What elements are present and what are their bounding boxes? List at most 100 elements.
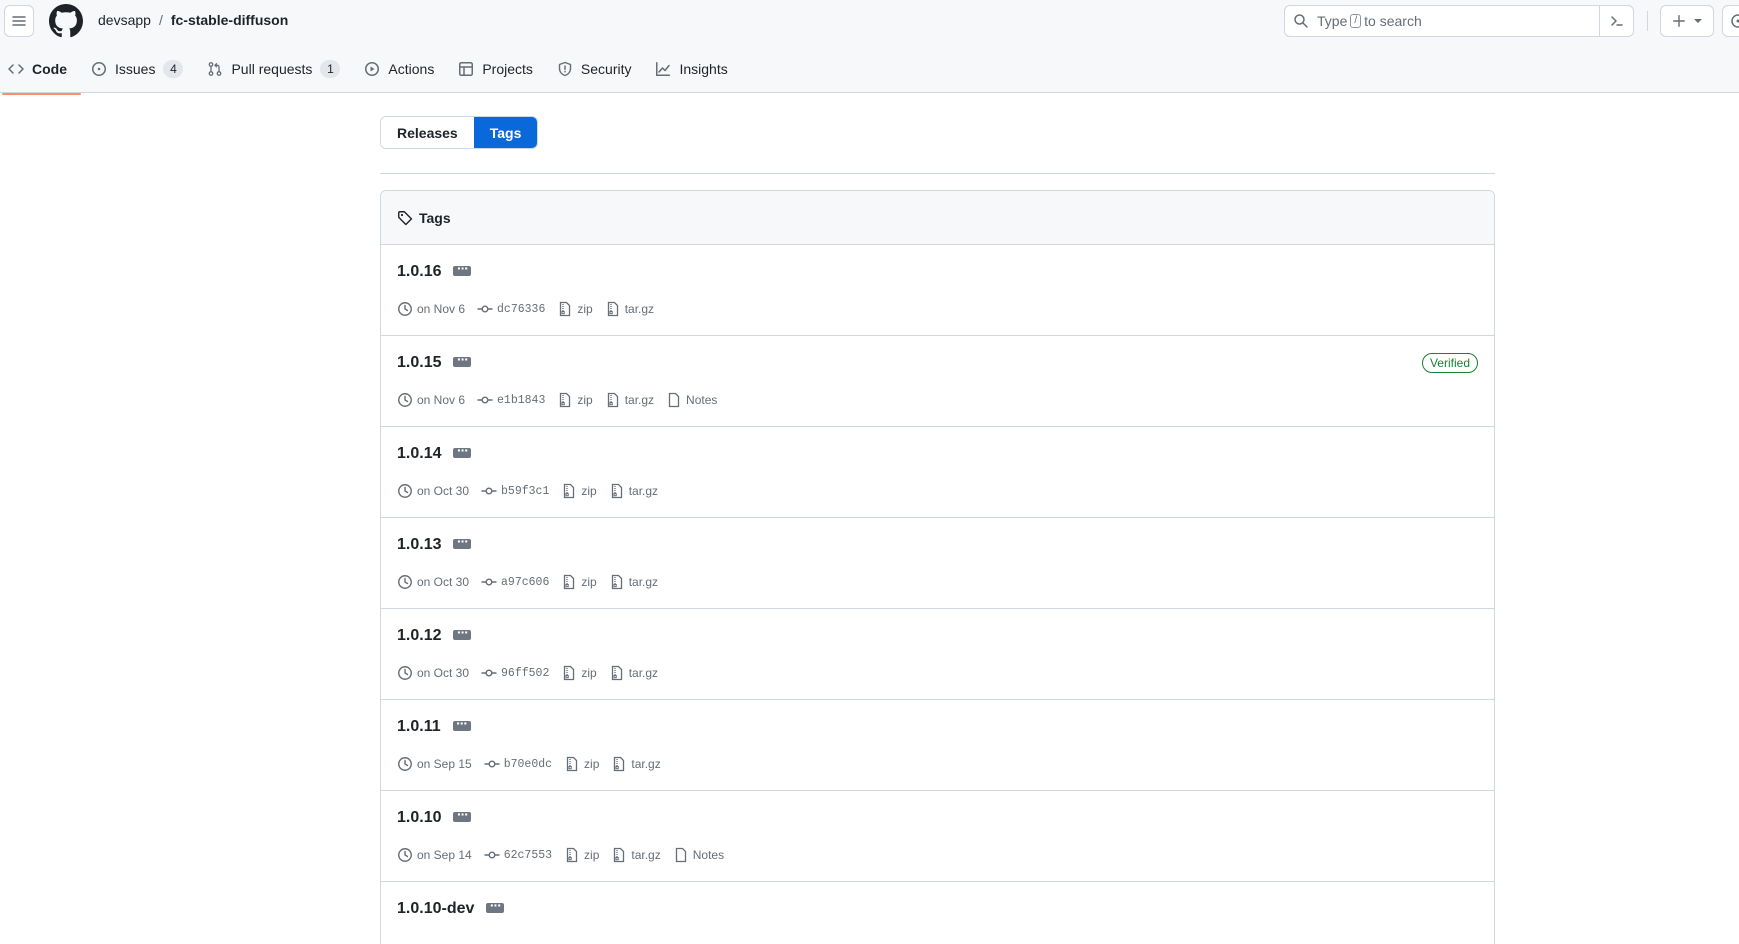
targz-download-link[interactable]: tar.gz	[629, 575, 658, 589]
tab-label: Insights	[679, 61, 728, 77]
circle-dot-icon	[1731, 14, 1739, 28]
commit-sha-link[interactable]: a97c606	[501, 576, 549, 589]
tab-code[interactable]: Code	[0, 52, 81, 95]
ellipsis-expand-button[interactable]	[453, 351, 472, 367]
file-zip-icon	[564, 665, 575, 681]
releases-toggle-button[interactable]: Releases	[381, 117, 474, 148]
ellipsis-expand-button[interactable]	[453, 442, 472, 458]
tab-projects[interactable]: Projects	[450, 52, 541, 86]
commit-icon	[477, 305, 493, 313]
ellipsis-expand-button[interactable]	[486, 897, 505, 913]
targz-download-link[interactable]: tar.gz	[629, 666, 658, 680]
command-palette-button[interactable]	[1599, 6, 1633, 36]
ellipsis-expand-button[interactable]	[453, 624, 472, 640]
tag-link[interactable]: 1.0.16	[397, 263, 441, 280]
ellipsis-expand-button[interactable]	[453, 260, 472, 276]
commit-sha-link[interactable]: 96ff502	[501, 667, 549, 680]
tag-link[interactable]: 1.0.10	[397, 809, 441, 826]
zip-download-link[interactable]: zip	[577, 302, 592, 316]
search-icon	[1294, 14, 1308, 28]
commit-icon	[481, 669, 497, 677]
releases-tags-switch: Releases Tags	[380, 116, 539, 149]
tag-link[interactable]: 1.0.10-dev	[397, 900, 474, 917]
tags-list-title: Tags	[419, 209, 451, 226]
zip-download-link[interactable]: zip	[584, 757, 599, 771]
code-icon	[8, 64, 24, 74]
ellipsis-expand-button[interactable]	[453, 806, 472, 822]
verified-badge[interactable]: Verified	[1421, 353, 1478, 373]
zip-download-link[interactable]: zip	[581, 484, 596, 498]
tab-security[interactable]: Security	[549, 52, 640, 86]
tag-row: 1.0.11 on Sep 15 b70e0dc zip tar.gz	[381, 700, 1494, 791]
menu-button[interactable]	[4, 5, 34, 37]
tag-link[interactable]: 1.0.14	[397, 445, 441, 462]
tag-link[interactable]: 1.0.12	[397, 627, 441, 644]
tag-meta: on Sep 15 b70e0dc zip tar.gz	[397, 756, 667, 772]
search-input[interactable]: Type / to search	[1284, 5, 1634, 37]
tags-toggle-button[interactable]: Tags	[473, 117, 538, 148]
targz-download-link[interactable]: tar.gz	[629, 484, 658, 498]
release-notes-link[interactable]: Notes	[693, 848, 724, 862]
tag-date: on Sep 15	[417, 757, 472, 771]
zip-download-link[interactable]: zip	[584, 848, 599, 862]
targz-download-link[interactable]: tar.gz	[625, 393, 654, 407]
tag-row: 1.0.16 on Nov 6 dc76336 zip tar.gz	[381, 245, 1494, 336]
tag-date: on Oct 30	[417, 666, 470, 680]
targz-download-link[interactable]: tar.gz	[631, 848, 660, 862]
header-divider	[1647, 11, 1648, 31]
targz-download-link[interactable]: tar.gz	[631, 757, 660, 771]
commit-sha-link[interactable]: b59f3c1	[501, 485, 549, 498]
section-divider	[380, 173, 1495, 174]
github-logo-icon[interactable]	[49, 4, 83, 38]
file-zip-icon	[566, 847, 578, 863]
tag-link[interactable]: 1.0.13	[397, 536, 441, 553]
zip-download-link[interactable]: zip	[581, 666, 596, 680]
zip-download-link[interactable]: zip	[581, 575, 596, 589]
tab-label: Actions	[388, 61, 435, 77]
play-icon	[365, 62, 380, 76]
zip-download-link[interactable]: zip	[577, 393, 592, 407]
terminal-icon	[1610, 16, 1623, 26]
commit-sha-link[interactable]: b70e0dc	[504, 758, 552, 771]
tab-issues[interactable]: Issues 4	[83, 52, 191, 86]
commit-icon	[484, 760, 500, 768]
tab-label: Security	[580, 61, 632, 77]
clock-icon	[398, 393, 412, 407]
release-notes-link[interactable]: Notes	[686, 393, 717, 407]
ellipsis-expand-button[interactable]	[452, 715, 471, 731]
commit-sha-link[interactable]: 62c7553	[504, 849, 552, 862]
owner-link[interactable]: devsapp	[98, 12, 151, 28]
clock-icon	[398, 575, 412, 589]
tab-label: Pull requests	[231, 61, 313, 77]
breadcrumb-separator: /	[158, 12, 163, 28]
triangle-down-icon	[1694, 19, 1702, 23]
tag-link[interactable]: 1.0.11	[397, 718, 441, 735]
issues-count-badge: 4	[163, 60, 184, 78]
file-zip-icon	[564, 574, 575, 590]
tab-label: Issues	[115, 61, 156, 77]
create-new-button[interactable]	[1660, 5, 1714, 37]
commit-sha-link[interactable]: e1b1843	[497, 394, 545, 407]
file-zip-icon	[607, 301, 618, 317]
tag-row: 1.0.14 on Oct 30 b59f3c1 zip tar.gz	[381, 427, 1494, 518]
search-placeholder-prefix: Type	[1317, 13, 1348, 29]
commit-icon	[481, 487, 497, 495]
tag-link[interactable]: 1.0.15	[397, 354, 441, 371]
tab-pull-requests[interactable]: Pull requests 1	[199, 52, 348, 86]
targz-download-link[interactable]: tar.gz	[625, 302, 654, 316]
tag-meta: on Nov 6 e1b1843 zip tar.gz Notes	[397, 392, 723, 408]
shield-icon	[558, 61, 572, 77]
tab-label: Code	[32, 61, 67, 77]
plus-icon	[1673, 15, 1685, 27]
ellipsis-expand-button[interactable]	[453, 533, 472, 549]
file-zip-icon	[560, 392, 571, 408]
file-zip-icon	[560, 301, 571, 317]
issues-button[interactable]	[1722, 5, 1739, 37]
tag-meta: on Oct 30 96ff502 zip tar.gz	[397, 665, 664, 681]
repo-link[interactable]: fc-stable-diffuson	[171, 12, 288, 28]
tab-actions[interactable]: Actions	[356, 52, 442, 86]
tab-insights[interactable]: Insights	[647, 52, 735, 86]
hamburger-icon	[12, 16, 26, 26]
tag-meta: on Nov 6 dc76336 zip tar.gz	[397, 301, 660, 317]
commit-sha-link[interactable]: dc76336	[497, 303, 545, 316]
